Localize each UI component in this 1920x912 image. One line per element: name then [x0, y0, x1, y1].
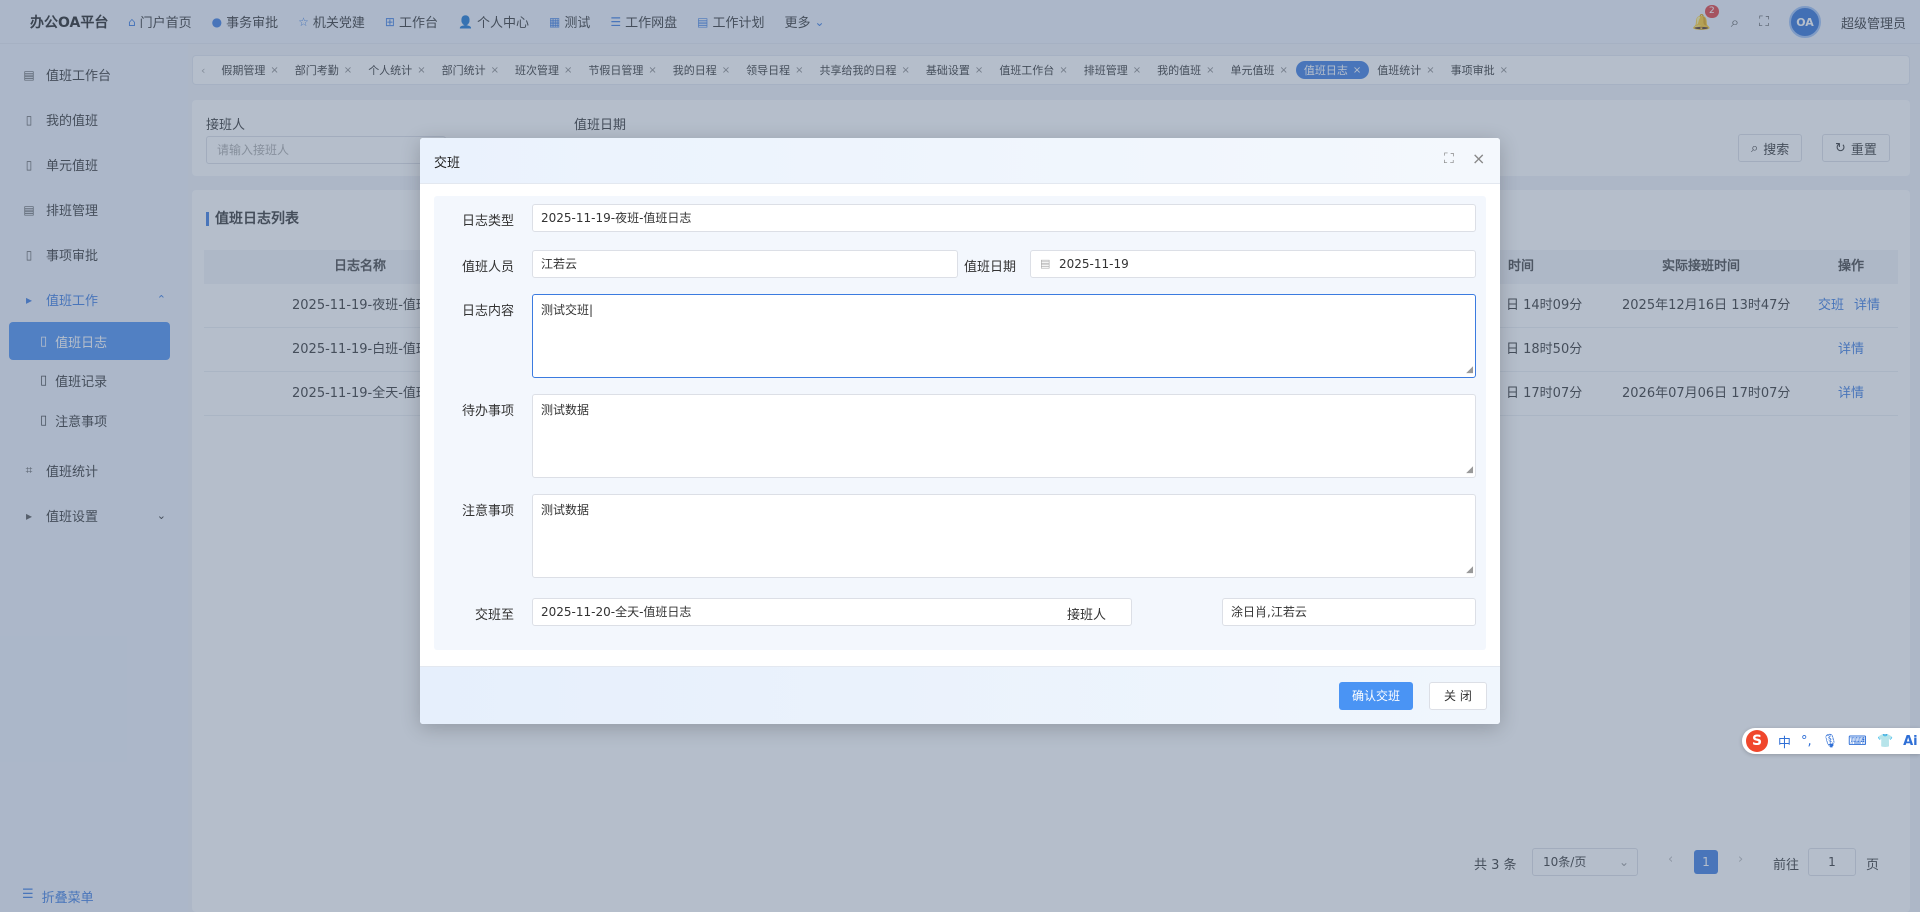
dialog-form: 日志类型 2025-11-19-夜班-值班日志 值班人员 江若云 值班日期 ▤ 2…: [434, 196, 1486, 650]
todo-label: 待办事项: [461, 404, 514, 419]
maximize-icon[interactable]: ⛶: [1444, 151, 1454, 167]
sogou-logo-icon[interactable]: S: [1746, 730, 1768, 752]
confirm-handover-button[interactable]: 确认交班: [1339, 682, 1414, 710]
text-caret: |: [589, 303, 594, 317]
notes-label: 注意事项: [461, 504, 514, 519]
log-content-textarea[interactable]: 测试交班| ◢: [532, 294, 1476, 378]
punctuation-icon[interactable]: °,: [1801, 734, 1812, 749]
dialog-header: 交班 ⛶ ×: [420, 138, 1500, 184]
receiver-field[interactable]: 涂日肖,江若云: [1222, 598, 1476, 626]
resize-handle-icon[interactable]: ◢: [1466, 566, 1473, 575]
duty-date-label: 值班日期: [963, 260, 1016, 275]
close-button[interactable]: 关 闭: [1429, 682, 1487, 710]
calendar-icon: ▤: [1040, 257, 1051, 270]
log-type-label: 日志类型: [461, 214, 514, 229]
todo-textarea[interactable]: 测试数据 ◢: [532, 394, 1476, 478]
resize-handle-icon[interactable]: ◢: [1466, 466, 1473, 475]
duty-person-label: 值班人员: [461, 260, 514, 275]
microphone-icon[interactable]: 🎙: [1822, 734, 1839, 749]
dialog-title: 交班: [434, 156, 461, 171]
duty-date-picker[interactable]: ▤ 2025-11-19: [1030, 250, 1476, 278]
close-icon[interactable]: ×: [1472, 149, 1485, 168]
dialog-footer: 确认交班 关 闭: [420, 666, 1500, 724]
ime-lang-toggle[interactable]: 中: [1778, 732, 1791, 751]
log-type-field[interactable]: 2025-11-19-夜班-值班日志: [532, 204, 1476, 232]
ime-ai-button[interactable]: Ai: [1903, 734, 1918, 749]
keyboard-icon[interactable]: ⌨: [1848, 734, 1867, 749]
notes-textarea[interactable]: 测试数据 ◢: [532, 494, 1476, 578]
resize-handle-icon[interactable]: ◢: [1466, 366, 1473, 375]
handover-dialog: 交班 ⛶ × 日志类型 2025-11-19-夜班-值班日志 值班人员 江若云 …: [420, 138, 1500, 724]
handover-to-label: 交班至: [474, 608, 514, 623]
skin-icon[interactable]: 👕: [1877, 734, 1893, 749]
content-label: 日志内容: [461, 304, 514, 319]
duty-person-field[interactable]: 江若云: [532, 250, 958, 278]
receiver-label: 接班人: [1066, 608, 1106, 623]
ime-toolbar: S 中 °, 🎙 ⌨ 👕 Ai: [1742, 728, 1920, 754]
